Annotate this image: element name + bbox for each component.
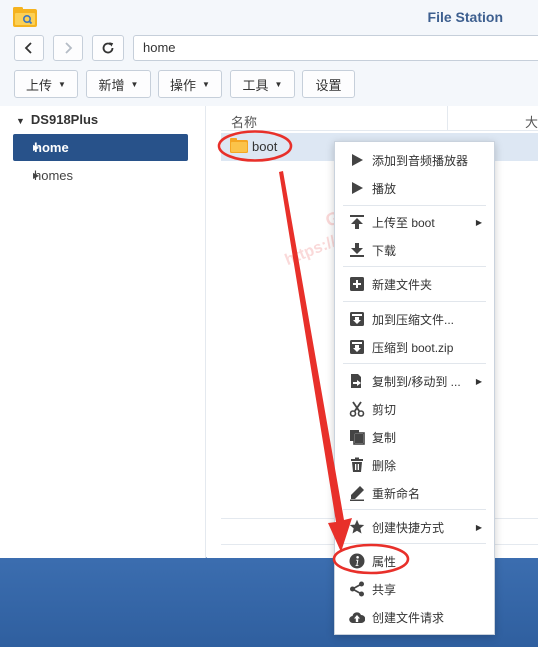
caret-down-icon: ▼ (130, 79, 139, 89)
scissors-icon (348, 400, 366, 418)
copy-icon (348, 428, 366, 446)
column-header-size[interactable]: 大 (525, 112, 538, 131)
menu-item-label: 播放 (372, 181, 397, 196)
menu-item-label: 下载 (372, 243, 397, 258)
path-field[interactable]: home (133, 35, 538, 61)
cloud-upload-icon (348, 608, 366, 626)
caret-down-icon: ▼ (58, 79, 66, 89)
menu-item-add-to-audio-player[interactable]: 添加到音频播放器 (335, 146, 494, 174)
menu-item-download[interactable]: 下载 (335, 236, 494, 264)
menu-separator (343, 509, 486, 510)
file-name[interactable]: boot (252, 139, 277, 154)
menu-item-add-to-archive[interactable]: 加到压缩文件... (335, 305, 494, 333)
tree-root-label: DS918Plus (30, 112, 99, 127)
caret-right-icon: ▶ (33, 171, 40, 180)
menu-item-label: 添加到音频播放器 (372, 153, 469, 168)
tree-root-ds918plus[interactable]: ▼ DS918Plus (16, 112, 98, 127)
forward-button[interactable] (53, 35, 83, 61)
upload-icon (348, 213, 366, 231)
menu-item-label: 剪切 (372, 402, 397, 417)
archive-icon (348, 310, 366, 328)
caret-down-icon: ▼ (274, 79, 283, 89)
submenu-arrow-icon: ▶ (475, 376, 482, 386)
menu-item-properties[interactable]: 属性 (335, 547, 494, 575)
menu-item-copy-move-to[interactable]: 复制到/移动到 ... ▶ (335, 367, 494, 395)
menu-item-new-folder[interactable]: 新建文件夹 (335, 270, 494, 298)
refresh-icon (102, 42, 114, 54)
archive-icon (348, 338, 366, 356)
share-icon (348, 580, 366, 598)
menu-item-label: 创建快捷方式 (372, 520, 445, 535)
submenu-arrow-icon: ▶ (475, 217, 482, 227)
caret-right-icon: ▶ (33, 143, 40, 152)
refresh-button[interactable] (92, 35, 124, 61)
info-icon (348, 552, 366, 570)
menu-item-compress-to-zip[interactable]: 压缩到 boot.zip (335, 333, 494, 361)
window-title: File Station (427, 9, 503, 25)
menu-item-file-request[interactable]: 创建文件请求 (335, 603, 494, 631)
menu-item-label: 删除 (372, 458, 397, 473)
star-icon (348, 518, 366, 536)
menu-item-share[interactable]: 共享 (335, 575, 494, 603)
tools-button-label: 工具 (242, 77, 269, 93)
file-station-app-icon (13, 7, 37, 27)
menu-item-label: 上传至 boot (372, 215, 435, 230)
new-folder-icon (348, 275, 366, 293)
menu-separator (343, 301, 486, 302)
upload-button-label: 上传 (26, 77, 53, 93)
column-header (221, 106, 538, 131)
menu-item-upload-to[interactable]: 上传至 boot ▶ (335, 208, 494, 236)
create-button-label: 新增 (98, 77, 125, 93)
sidebar-item-homes[interactable]: ▶ homes (13, 162, 188, 189)
menu-item-label: 创建文件请求 (372, 610, 445, 625)
upload-button[interactable]: 上传 ▼ (14, 70, 78, 98)
sidebar-item-label: homes (34, 168, 74, 183)
menu-item-label: 属性 (372, 554, 397, 569)
column-header-name[interactable]: 名称 (231, 112, 257, 131)
menu-item-create-shortcut[interactable]: 创建快捷方式 ▶ (335, 513, 494, 541)
menu-item-label: 复制 (372, 430, 397, 445)
menu-item-label: 加到压缩文件... (372, 312, 455, 327)
menu-item-label: 压缩到 boot.zip (372, 340, 454, 355)
column-divider[interactable] (447, 106, 448, 131)
submenu-arrow-icon: ▶ (475, 522, 482, 532)
action-button[interactable]: 操作 ▼ (158, 70, 222, 98)
settings-button-label: 设置 (315, 77, 342, 93)
menu-item-label: 重新命名 (372, 486, 421, 501)
menu-item-label: 共享 (372, 582, 397, 597)
chevron-left-icon (24, 42, 32, 54)
play-icon (348, 179, 366, 197)
tools-button[interactable]: 工具 ▼ (230, 70, 295, 98)
action-button-label: 操作 (170, 77, 197, 93)
sidebar-item-label: home (34, 140, 69, 155)
menu-item-label: 复制到/移动到 ... (372, 374, 461, 389)
menu-separator (343, 543, 486, 544)
folder-icon (230, 138, 248, 153)
sidebar-item-home[interactable]: ▶ home (13, 134, 188, 161)
back-button[interactable] (14, 35, 44, 61)
caret-down-icon: ▼ (202, 79, 210, 89)
menu-item-label: 新建文件夹 (372, 277, 433, 292)
trash-icon (348, 456, 366, 474)
menu-separator (343, 205, 486, 206)
menu-item-cut[interactable]: 剪切 (335, 395, 494, 423)
menu-separator (343, 266, 486, 267)
download-icon (348, 241, 366, 259)
chevron-right-icon (65, 42, 73, 54)
pencil-icon (348, 484, 366, 502)
menu-item-copy[interactable]: 复制 (335, 423, 494, 451)
menu-item-play[interactable]: 播放 (335, 174, 494, 202)
caret-down-icon: ▼ (16, 116, 25, 126)
menu-item-rename[interactable]: 重新命名 (335, 479, 494, 507)
create-button[interactable]: 新增 ▼ (86, 70, 151, 98)
copy-move-icon (348, 372, 366, 390)
menu-item-delete[interactable]: 删除 (335, 451, 494, 479)
settings-button[interactable]: 设置 (302, 70, 355, 98)
menu-separator (343, 363, 486, 364)
play-icon (348, 151, 366, 169)
